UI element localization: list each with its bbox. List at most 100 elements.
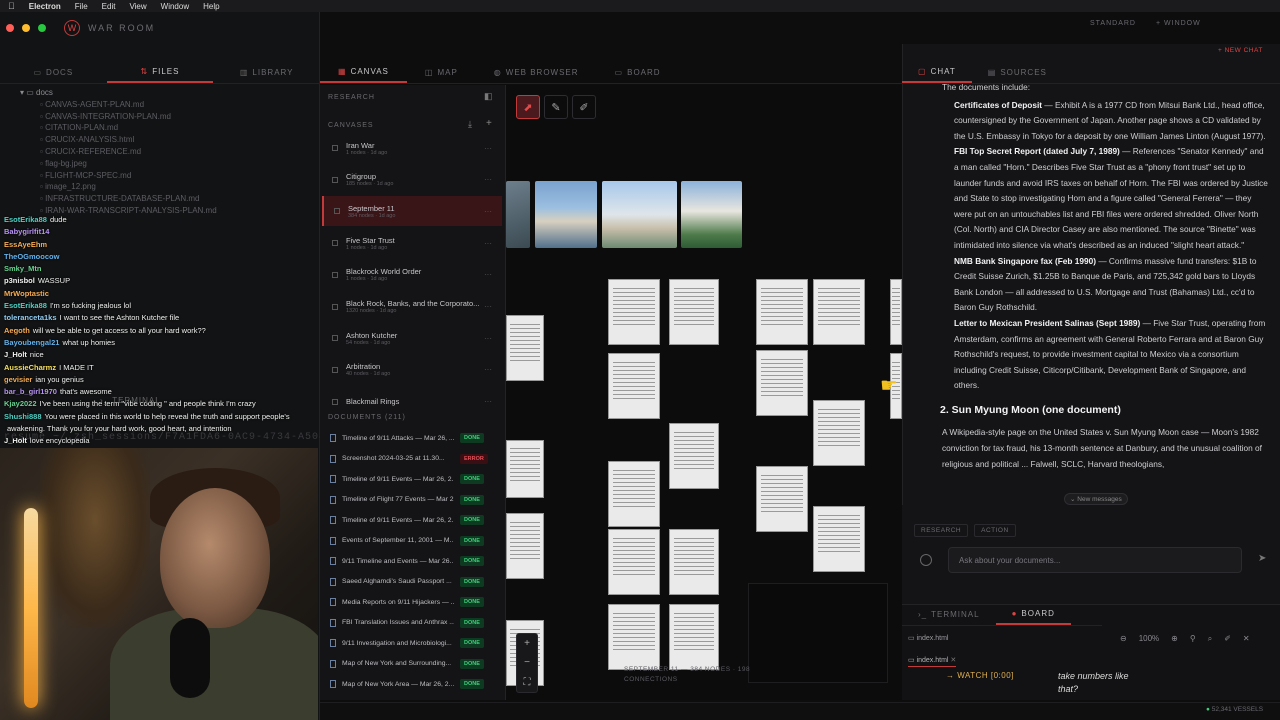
new-chat-button[interactable]: + NEW CHAT bbox=[1218, 47, 1263, 54]
tab-canvas[interactable]: ▦ CANVAS bbox=[320, 62, 407, 83]
tab-map[interactable]: ◫ MAP bbox=[407, 62, 476, 83]
menu-help[interactable]: Help bbox=[203, 2, 219, 11]
action-mode-button[interactable]: ACTION bbox=[974, 524, 1016, 537]
tree-folder-docs[interactable]: ▾ ▭ docs bbox=[8, 88, 308, 100]
document-node[interactable] bbox=[506, 440, 544, 498]
canvas-item[interactable]: Black Rock, Banks, and the Corporato... 1… bbox=[322, 292, 502, 322]
close-window-button[interactable] bbox=[6, 24, 14, 32]
more-icon[interactable]: ··· bbox=[484, 175, 492, 184]
document-node[interactable] bbox=[813, 279, 865, 345]
pen-tool-button[interactable]: ✎ bbox=[544, 95, 568, 119]
document-item[interactable]: Timeline of 9/11 Events — Mar 26, 2... DO… bbox=[324, 510, 500, 531]
new-messages-pill[interactable]: ⌄ New messages bbox=[1064, 493, 1128, 505]
tree-file[interactable]: ▫ INFRASTRUCTURE-DATABASE-PLAN.md bbox=[8, 194, 308, 206]
tree-file[interactable]: ▫ CRUCIX-REFERENCE.md bbox=[8, 147, 308, 159]
zoom-in-icon[interactable]: ⊕ bbox=[1171, 634, 1178, 644]
canvas-item[interactable]: Blackrock World Order 1 nodes · 1d ago ··· bbox=[322, 260, 502, 290]
document-item[interactable]: Screenshot 2024-03-25 at 11.30... ERROR bbox=[324, 449, 500, 470]
canvas-item[interactable]: Iran War 1 nodes · 1d ago ··· bbox=[322, 133, 502, 163]
document-item[interactable]: Map of New York and Surrounding... DONE bbox=[324, 654, 500, 675]
canvas-item[interactable]: Arbitration 40 nodes · 1d ago ··· bbox=[322, 355, 502, 385]
document-item[interactable]: FBI Translation Issues and Anthrax ... DO… bbox=[324, 613, 500, 634]
document-node[interactable] bbox=[669, 529, 719, 595]
tab-files[interactable]: ⇅ FILES bbox=[106, 62, 214, 83]
document-item[interactable]: Map of New York Area — Mar 26, 2... DONE bbox=[324, 674, 500, 695]
more-icon[interactable]: ··· bbox=[484, 334, 492, 343]
document-node[interactable] bbox=[506, 513, 544, 579]
document-node[interactable] bbox=[608, 353, 660, 419]
tree-file[interactable]: ▫ flag-bg.jpeg bbox=[8, 159, 308, 171]
document-item[interactable]: Events of September 11, 2001 — M... DONE bbox=[324, 531, 500, 552]
tree-file[interactable]: ▫ FLIGHT-MCP-SPEC.md bbox=[8, 171, 308, 183]
chat-input[interactable] bbox=[948, 547, 1242, 573]
tab-library[interactable]: ▥ LIBRARY bbox=[213, 62, 320, 83]
tree-file[interactable]: ▫ image_12.png bbox=[8, 182, 308, 194]
document-node[interactable] bbox=[608, 529, 660, 595]
canvas-item[interactable]: Ashton Kutcher 54 nodes · 1d ago ··· bbox=[322, 323, 502, 353]
zoom-out-icon[interactable]: ⊖ bbox=[1120, 634, 1127, 644]
collapse-panel-icon[interactable]: ◧ bbox=[484, 91, 493, 102]
menu-file[interactable]: File bbox=[75, 2, 88, 11]
history-icon[interactable] bbox=[920, 554, 932, 566]
more-icon[interactable]: ··· bbox=[484, 207, 492, 216]
file-tab[interactable]: ▭ index.html ✕ bbox=[908, 656, 957, 667]
tab-bottom-board[interactable]: ● BOARD bbox=[995, 604, 1071, 625]
document-node[interactable] bbox=[608, 279, 660, 345]
download-icon[interactable]: ⤓ bbox=[468, 119, 472, 130]
menu-edit[interactable]: Edit bbox=[102, 2, 116, 11]
fit-view-icon[interactable]: ⛶ bbox=[524, 677, 531, 688]
zoom-in-icon[interactable]: + bbox=[524, 638, 530, 649]
more-icon[interactable]: ··· bbox=[484, 365, 492, 374]
canvas-item[interactable]: Blackmail Rings ··· bbox=[322, 387, 502, 417]
apple-menu-icon[interactable]:  bbox=[8, 1, 15, 11]
more-icon[interactable]: ··· bbox=[484, 239, 492, 248]
send-icon[interactable]: ➤ bbox=[1258, 553, 1266, 564]
menu-view[interactable]: View bbox=[129, 2, 146, 11]
select-tool-button[interactable]: ⬈ bbox=[516, 95, 540, 119]
document-node[interactable] bbox=[608, 461, 660, 527]
document-item[interactable]: Media Reports on 9/11 Hijackers — ... DON… bbox=[324, 592, 500, 613]
tab-docs[interactable]: ▭ DOCS bbox=[0, 62, 107, 83]
tree-file[interactable]: ▫ CRUCIX-ANALYSIS.html bbox=[8, 135, 308, 147]
pin-icon[interactable]: ⚲ bbox=[1190, 634, 1196, 644]
more-icon[interactable]: ··· bbox=[484, 144, 492, 153]
document-node[interactable] bbox=[669, 604, 719, 670]
tab-terminal[interactable]: ›_ TERMINAL bbox=[902, 604, 996, 625]
more-icon[interactable]: ··· bbox=[484, 302, 492, 311]
tree-file[interactable]: ▫ CITATION-PLAN.md bbox=[8, 123, 308, 135]
zoom-out-icon[interactable]: − bbox=[524, 657, 530, 668]
canvas-item[interactable]: Five Star Trust 1 nodes · 1d ago ··· bbox=[322, 228, 502, 258]
menu-app-name[interactable]: Electron bbox=[29, 2, 61, 11]
close-icon[interactable]: ✕ bbox=[1243, 634, 1250, 644]
search-icon[interactable]: ⌕ bbox=[1208, 634, 1212, 644]
standard-layout-button[interactable]: STANDARD bbox=[1090, 20, 1136, 27]
canvas-item[interactable]: Citigroup 185 nodes · 1d ago ··· bbox=[322, 165, 502, 195]
document-item[interactable]: Saeed Alghamdi's Saudi Passport ... DONE bbox=[324, 572, 500, 593]
tab-board[interactable]: ▭ BOARD bbox=[597, 62, 679, 83]
new-window-button[interactable]: + WINDOW bbox=[1156, 20, 1201, 27]
watch-link[interactable]: → WATCH [0:00] bbox=[946, 671, 1014, 680]
document-node[interactable] bbox=[890, 279, 902, 345]
document-node[interactable] bbox=[506, 315, 544, 381]
tree-file[interactable]: ▫ CANVAS-AGENT-PLAN.md bbox=[8, 100, 308, 112]
zoom-window-button[interactable] bbox=[38, 24, 46, 32]
canvas-minimap[interactable] bbox=[748, 583, 888, 683]
more-icon[interactable]: ··· bbox=[484, 397, 492, 406]
terminal-label[interactable]: ›_ TERMINAL bbox=[100, 396, 161, 405]
close-tab-icon[interactable]: ✕ bbox=[950, 657, 956, 664]
marker-tool-button[interactable]: ✐ bbox=[572, 95, 596, 119]
document-node[interactable] bbox=[813, 400, 865, 466]
document-node[interactable] bbox=[669, 279, 719, 345]
document-node[interactable] bbox=[756, 279, 808, 345]
photo-node[interactable] bbox=[535, 181, 597, 248]
document-item[interactable]: Timeline of 9/11 Attacks — Mar 26, ... DO… bbox=[324, 428, 500, 449]
canvas-item[interactable]: September 11 384 nodes · 1d ago ··· bbox=[322, 196, 502, 227]
tab-web-browser[interactable]: ◍ WEB BROWSER bbox=[476, 62, 597, 83]
add-canvas-icon[interactable]: + bbox=[486, 118, 492, 129]
document-item[interactable]: Timeline of Flight 77 Events — Mar 2... D… bbox=[324, 490, 500, 511]
research-mode-button[interactable]: RESEARCH bbox=[914, 524, 969, 537]
more-icon[interactable]: ··· bbox=[484, 270, 492, 279]
document-node[interactable] bbox=[608, 604, 660, 670]
menu-window[interactable]: Window bbox=[161, 2, 189, 11]
document-node[interactable] bbox=[756, 466, 808, 532]
